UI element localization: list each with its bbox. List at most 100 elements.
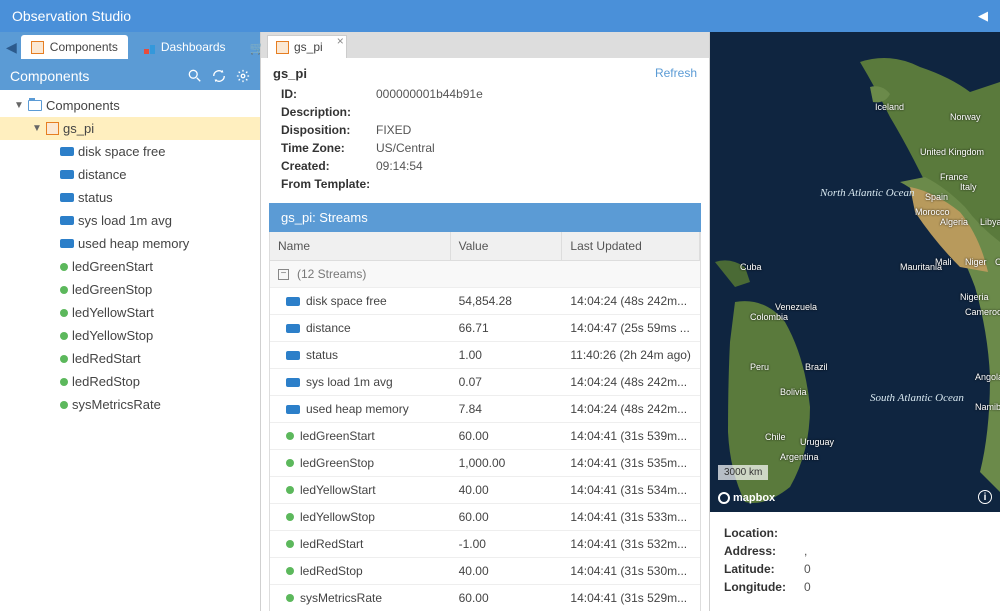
tree-node-gs-pi[interactable]: ▼gs_pi bbox=[0, 117, 260, 140]
col-updated[interactable]: Last Updated bbox=[562, 232, 700, 260]
streams-row[interactable]: ledGreenStart60.0014:04:41 (31s 539m... bbox=[270, 423, 700, 450]
mapbox-icon bbox=[718, 492, 730, 504]
chevron-down-icon[interactable]: ▼ bbox=[14, 100, 24, 111]
streams-row[interactable]: disk space free54,854.2814:04:24 (48s 24… bbox=[270, 288, 700, 315]
tree-label: ledYellowStart bbox=[72, 305, 154, 320]
collapse-panel-icon[interactable]: ◀ bbox=[978, 8, 988, 24]
prop-desc-label: Description: bbox=[281, 105, 376, 119]
component-icon bbox=[46, 122, 59, 135]
prop-id-label: ID: bbox=[281, 87, 376, 101]
tree-leaf[interactable]: sysMetricsRate bbox=[0, 393, 260, 416]
prop-created-value: 09:14:54 bbox=[376, 159, 423, 173]
components-section-header: Components bbox=[0, 62, 260, 90]
map[interactable]: North Atlantic Ocean South Atlantic Ocea… bbox=[710, 32, 1000, 512]
map-country-label: Angola bbox=[975, 372, 1000, 382]
col-name[interactable]: Name bbox=[270, 232, 451, 260]
stream-name: status bbox=[306, 348, 338, 362]
addr-label: Address: bbox=[724, 544, 804, 558]
document-tabs: gs_pi × bbox=[261, 32, 709, 58]
stream-name: sys load 1m avg bbox=[306, 375, 393, 389]
tree-leaf[interactable]: ledGreenStart bbox=[0, 255, 260, 278]
tree-leaf[interactable]: sys load 1m avg bbox=[0, 209, 260, 232]
streams-row[interactable]: sysMetricsRate60.0014:04:41 (31s 529m... bbox=[270, 585, 700, 611]
tree-label: distance bbox=[78, 167, 126, 182]
streams-group-row[interactable]: − (12 Streams) bbox=[270, 261, 700, 288]
stream-name: ledGreenStart bbox=[300, 429, 375, 443]
stream-value: 60.00 bbox=[451, 504, 563, 530]
stream-updated: 14:04:41 (31s 530m... bbox=[562, 558, 700, 584]
component-icon bbox=[276, 41, 289, 54]
doc-tab[interactable]: gs_pi × bbox=[267, 35, 347, 58]
section-title: Components bbox=[10, 68, 188, 84]
streams-row[interactable]: ledRedStop40.0014:04:41 (31s 530m... bbox=[270, 558, 700, 585]
tree-leaf[interactable]: distance bbox=[0, 163, 260, 186]
collapse-group-icon[interactable]: − bbox=[278, 269, 289, 280]
streams-row[interactable]: used heap memory7.8414:04:24 (48s 242m..… bbox=[270, 396, 700, 423]
map-country-label: Cameroon bbox=[965, 307, 1000, 317]
settings-icon[interactable] bbox=[236, 69, 250, 83]
lat-label: Latitude: bbox=[724, 562, 804, 576]
streams-row[interactable]: sys load 1m avg0.0714:04:24 (48s 242m... bbox=[270, 369, 700, 396]
stream-value: 60.00 bbox=[451, 585, 563, 611]
ocean-label-sa: South Atlantic Ocean bbox=[870, 392, 964, 404]
tab-components[interactable]: Components bbox=[21, 35, 128, 59]
components-tree[interactable]: ▼ Components ▼gs_pidisk space free distance… bbox=[0, 90, 260, 611]
map-info-icon[interactable]: i bbox=[978, 490, 992, 504]
tree-leaf[interactable]: ledYellowStop bbox=[0, 324, 260, 347]
map-scale: 3000 km bbox=[718, 465, 768, 480]
map-country-label: Bolivia bbox=[780, 387, 807, 397]
streams-row[interactable]: ledYellowStop60.0014:04:41 (31s 533m... bbox=[270, 504, 700, 531]
command-icon bbox=[60, 309, 68, 317]
tree-root[interactable]: ▼ Components bbox=[0, 94, 260, 117]
tree-leaf[interactable]: status bbox=[0, 186, 260, 209]
stream-updated: 14:04:24 (48s 242m... bbox=[562, 369, 700, 395]
tree-leaf[interactable]: disk space free bbox=[0, 140, 260, 163]
components-icon bbox=[31, 41, 44, 54]
map-country-label: Niger bbox=[965, 257, 987, 267]
streams-row[interactable]: ledYellowStart40.0014:04:41 (31s 534m... bbox=[270, 477, 700, 504]
col-value[interactable]: Value bbox=[451, 232, 563, 260]
map-country-label: Mali bbox=[935, 257, 952, 267]
tree-leaf[interactable]: ledYellowStart bbox=[0, 301, 260, 324]
stream-name: distance bbox=[306, 321, 351, 335]
stream-value: 40.00 bbox=[451, 558, 563, 584]
stream-updated: 14:04:47 (25s 59ms ... bbox=[562, 315, 700, 341]
map-country-label: Colombia bbox=[750, 312, 788, 322]
stream-name: disk space free bbox=[306, 294, 387, 308]
stream-name: used heap memory bbox=[306, 402, 409, 416]
lon-value: 0 bbox=[804, 580, 811, 594]
search-icon[interactable] bbox=[188, 69, 202, 83]
command-icon bbox=[60, 263, 68, 271]
map-country-label: Chile bbox=[765, 432, 786, 442]
streams-row[interactable]: ledRedStart-1.0014:04:41 (31s 532m... bbox=[270, 531, 700, 558]
streams-table-header: Name Value Last Updated bbox=[270, 232, 700, 261]
streams-row[interactable]: status1.0011:40:26 (2h 24m ago) bbox=[270, 342, 700, 369]
tree-leaf[interactable]: ledRedStop bbox=[0, 370, 260, 393]
prop-created-label: Created: bbox=[281, 159, 376, 173]
map-country-label: Cuba bbox=[740, 262, 762, 272]
refresh-link[interactable]: Refresh bbox=[655, 66, 697, 81]
stream-value: 7.84 bbox=[451, 396, 563, 422]
streams-row[interactable]: distance66.7114:04:47 (25s 59ms ... bbox=[270, 315, 700, 342]
tree-leaf[interactable]: used heap memory bbox=[0, 232, 260, 255]
mapbox-logo[interactable]: mapbox bbox=[718, 492, 775, 504]
map-country-label: Venezuela bbox=[775, 302, 817, 312]
tree-leaf[interactable]: ledRedStart bbox=[0, 347, 260, 370]
tree-label: Components bbox=[46, 98, 120, 113]
tree-leaf[interactable]: ledGreenStop bbox=[0, 278, 260, 301]
map-country-label: Libya bbox=[980, 217, 1000, 227]
left-tab-strip: ◀ Components Dashboards 🛒 To... bbox=[0, 32, 260, 62]
map-country-label: Peru bbox=[750, 362, 769, 372]
stream-name: ledGreenStop bbox=[300, 456, 374, 470]
prop-disp-value: FIXED bbox=[376, 123, 411, 137]
streams-row[interactable]: ledGreenStop1,000.0014:04:41 (31s 535m..… bbox=[270, 450, 700, 477]
tab-scroll-left-icon[interactable]: ◀ bbox=[4, 39, 19, 56]
chevron-down-icon[interactable]: ▼ bbox=[32, 123, 42, 134]
close-icon[interactable]: × bbox=[337, 34, 344, 48]
stream-icon bbox=[60, 239, 74, 248]
refresh-icon[interactable] bbox=[212, 69, 226, 83]
map-country-label: Spain bbox=[925, 192, 948, 202]
tree-label: used heap memory bbox=[78, 236, 189, 251]
map-canvas bbox=[710, 32, 1000, 512]
tab-dashboards[interactable]: Dashboards bbox=[132, 35, 236, 59]
